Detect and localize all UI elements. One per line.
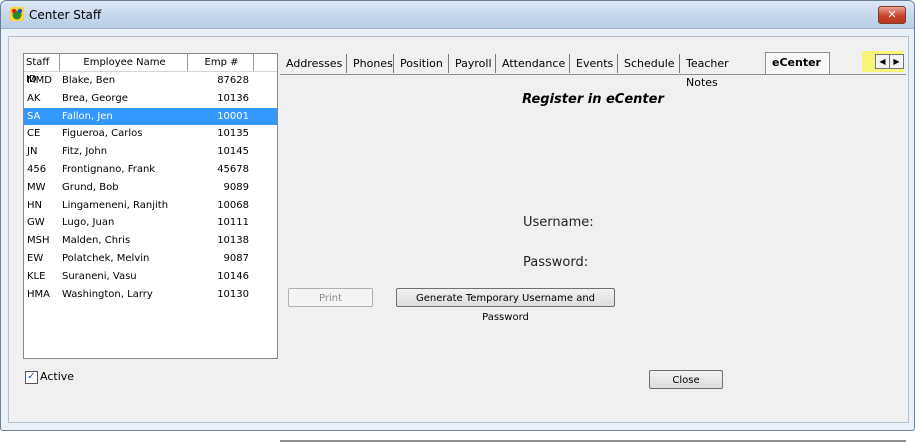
table-row[interactable]: MMD Blake, Ben 87628 (24, 72, 277, 89)
employee-name-cell: Frontignano, Frank (62, 164, 156, 175)
ecenter-panel-title: Register in eCenter (522, 92, 664, 107)
emp-number-cell: 10111 (217, 217, 249, 229)
close-icon: ✕ (887, 8, 897, 21)
staff-id-cell: MMD (27, 75, 52, 86)
staff-id-cell: EW (27, 253, 44, 264)
tab-scroll-control: ◀ ▶ (862, 51, 904, 72)
emp-number-cell: 10135 (217, 128, 249, 140)
column-header-employee-name[interactable]: Employee Name (60, 54, 188, 71)
column-header-emp-number[interactable]: Emp # (188, 54, 254, 71)
employee-name-cell: Lingameneni, Ranjith (62, 199, 169, 211)
tab-scroll-left-icon[interactable]: ◀ (875, 54, 890, 69)
table-row[interactable]: EW Polatchek, Melvin 9087 (24, 250, 277, 267)
tab-scroll-right-icon[interactable]: ▶ (889, 54, 904, 69)
tab-addresses[interactable]: Addresses (280, 54, 348, 73)
staff-id-cell: GW (27, 217, 45, 229)
table-row[interactable]: GW Lugo, Juan 10111 (24, 214, 277, 231)
checkmark-icon: ✓ (27, 371, 36, 382)
emp-number-cell: 9087 (223, 253, 249, 264)
staff-id-cell: JN (27, 146, 38, 158)
table-row[interactable]: MW Grund, Bob 9089 (24, 179, 277, 196)
staff-id-cell: CE (27, 128, 41, 140)
table-row[interactable]: 456 Frontignano, Frank 45678 (24, 161, 277, 178)
emp-number-cell: 9089 (223, 181, 249, 193)
staff-id-cell: SA (27, 110, 41, 122)
emp-number-cell: 10145 (217, 146, 249, 158)
table-row[interactable]: KLE Suraneni, Vasu 10146 (24, 268, 277, 285)
table-row[interactable]: AK Brea, George 10136 (24, 90, 277, 107)
employee-name-cell: Grund, Bob (62, 181, 119, 193)
staff-id-cell: MSH (27, 235, 50, 247)
print-button[interactable]: Print (288, 288, 373, 307)
staff-id-cell: 456 (27, 164, 47, 175)
app-logo-icon (10, 7, 24, 21)
table-row[interactable]: CE Figueroa, Carlos 10135 (24, 125, 277, 142)
emp-number-cell: 10001 (217, 110, 249, 122)
title-bar: Center Staff ✕ (1, 1, 914, 29)
table-row[interactable]: MSH Malden, Chris 10138 (24, 232, 277, 249)
employee-name-cell: Brea, George (62, 92, 128, 104)
emp-number-cell: 10068 (217, 199, 249, 211)
emp-number-cell: 45678 (217, 164, 249, 175)
table-row[interactable]: JN Fitz, John 10145 (24, 143, 277, 160)
employee-name-cell: Lugo, Juan (62, 217, 115, 229)
center-staff-window: Center Staff ✕ Staff ID Employee Name Em… (0, 0, 915, 442)
employee-name-cell: Washington, Larry (62, 288, 153, 300)
tab-payroll[interactable]: Payroll (448, 54, 498, 73)
employee-name-cell: Polatchek, Melvin (62, 253, 150, 264)
tab-phones[interactable]: Phones (346, 54, 399, 73)
emp-number-cell: 87628 (217, 75, 249, 86)
ecenter-panel: Register in eCenter Username: Password: … (280, 74, 906, 442)
staff-id-cell: HMA (27, 288, 50, 300)
employee-name-cell: Malden, Chris (62, 235, 131, 247)
close-window-button[interactable]: ✕ (878, 6, 906, 24)
window-title: Center Staff (29, 8, 102, 22)
password-label: Password: (523, 255, 589, 270)
emp-number-cell: 10146 (217, 270, 249, 282)
employee-name-cell: Fitz, John (62, 146, 108, 158)
staff-id-cell: AK (27, 92, 41, 104)
tab-teacher-notes[interactable]: Teacher Notes (679, 54, 735, 89)
tab-ecenter[interactable]: eCenter (765, 52, 830, 74)
tab-events[interactable]: Events (569, 54, 619, 73)
tab-position[interactable]: Position (393, 54, 449, 73)
emp-number-cell: 10130 (217, 288, 249, 300)
employee-name-cell: Blake, Ben (62, 75, 116, 86)
table-row[interactable]: SA Fallon, Jen 10001 (24, 107, 277, 125)
staff-id-cell: HN (27, 199, 42, 211)
staff-id-cell: KLE (27, 270, 46, 282)
staff-id-cell: MW (27, 181, 46, 193)
staff-list-header: Staff ID Employee Name Emp # (24, 54, 277, 85)
table-row[interactable]: HN Lingameneni, Ranjith 10068 (24, 197, 277, 214)
column-header-staff-id[interactable]: Staff ID (24, 54, 60, 85)
generate-credentials-button[interactable]: Generate Temporary Username and Password (396, 288, 615, 323)
client-area: Staff ID Employee Name Emp # MMD Blake, B… (8, 36, 909, 442)
staff-list[interactable]: Staff ID Employee Name Emp # MMD Blake, B… (23, 53, 278, 359)
employee-name-cell: Fallon, Jen (62, 110, 113, 122)
emp-number-cell: 10136 (217, 92, 249, 104)
tab-schedule[interactable]: Schedule (617, 54, 681, 73)
emp-number-cell: 10138 (217, 235, 249, 247)
close-button[interactable]: Close (649, 370, 723, 389)
employee-name-cell: Suraneni, Vasu (62, 270, 137, 282)
tab-attendance[interactable]: Attendance (495, 54, 571, 73)
active-checkbox[interactable]: ✓ (25, 371, 38, 384)
active-label: Active (40, 370, 75, 383)
employee-name-cell: Figueroa, Carlos (62, 128, 143, 140)
username-label: Username: (523, 215, 594, 230)
table-row[interactable]: HMA Washington, Larry 10130 (24, 286, 277, 303)
